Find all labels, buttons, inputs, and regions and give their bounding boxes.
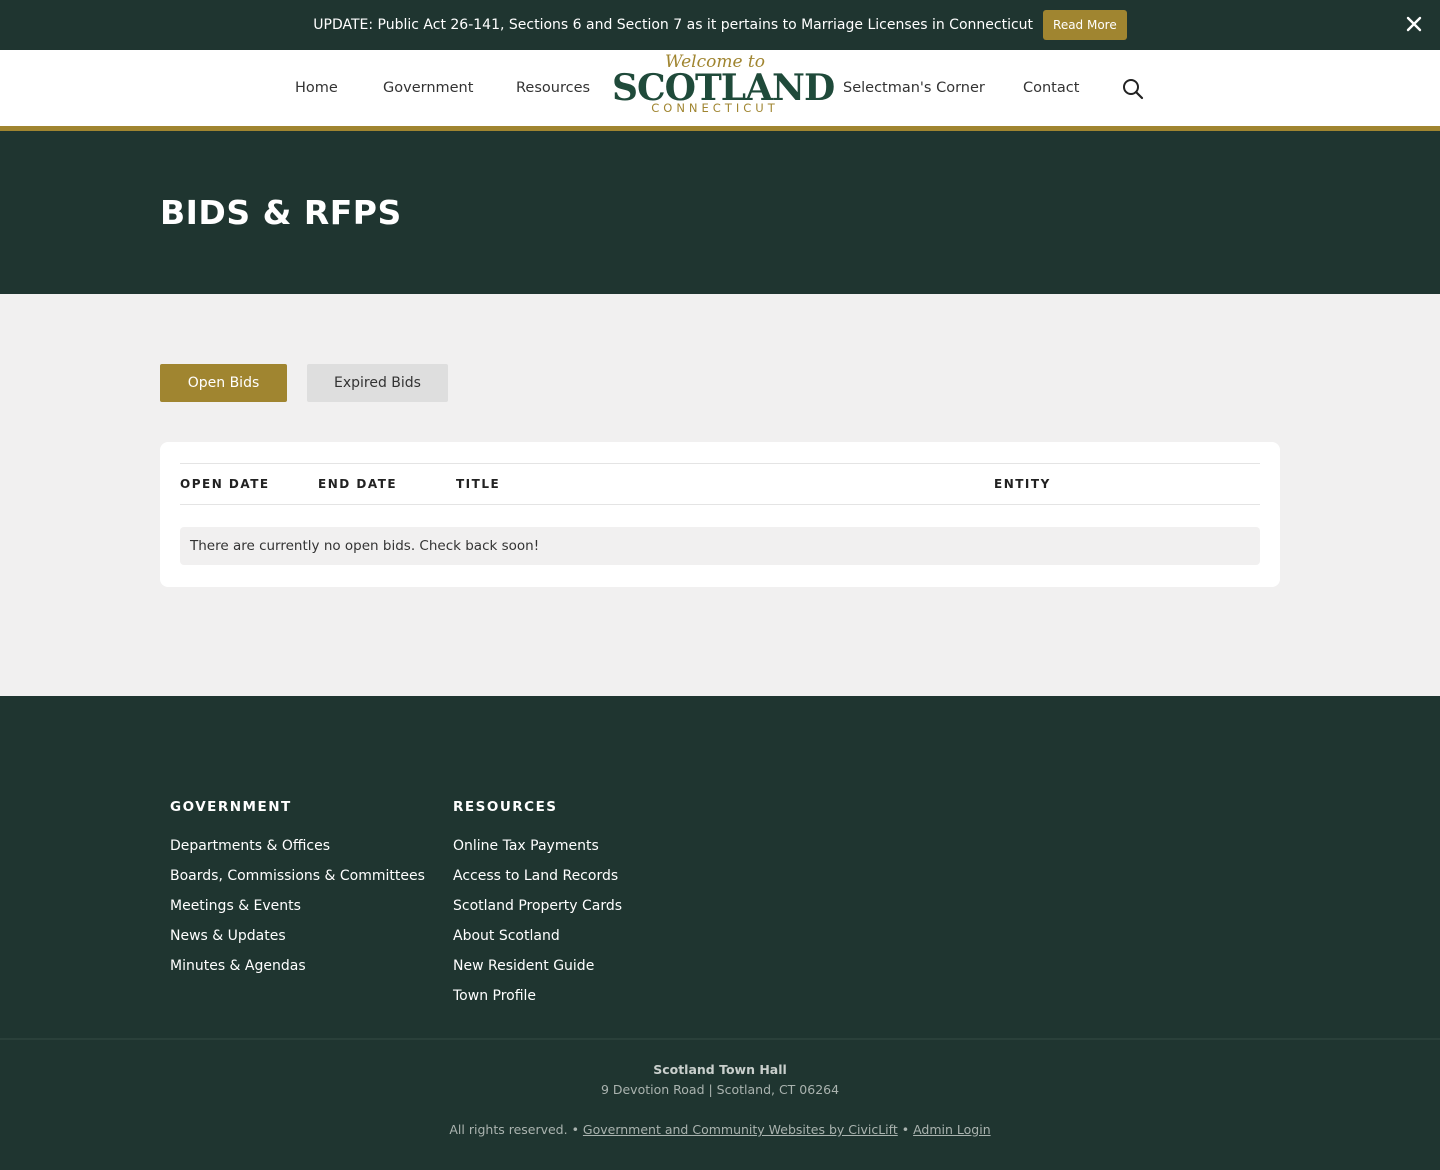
rights-text: All rights reserved. • [449,1122,583,1137]
alert-message: UPDATE: Public Act 26-141, Sections 6 an… [313,17,1034,33]
nav-home[interactable]: Home [295,80,338,96]
footer-link-property-cards[interactable]: Scotland Property Cards [453,898,622,914]
footer-link-news[interactable]: News & Updates [170,928,286,944]
logo-state: CONNECTICUT [651,101,779,115]
civiclift-link[interactable]: Government and Community Websites by Civ… [583,1122,898,1137]
footer-link-boards[interactable]: Boards, Commissions & Committees [170,868,425,884]
footer-resources-title: RESOURCES [453,799,558,815]
footer-link-departments[interactable]: Departments & Offices [170,838,330,854]
footer-link-tax-payments[interactable]: Online Tax Payments [453,838,599,854]
read-more-button[interactable]: Read More [1043,10,1127,40]
empty-state-message: There are currently no open bids. Check … [180,527,1260,565]
site-logo[interactable]: Welcome to SCOTLAND CONNECTICUT [612,52,835,122]
footer-link-minutes[interactable]: Minutes & Agendas [170,958,306,974]
column-end-date[interactable]: END DATE [318,477,397,491]
admin-login-link[interactable]: Admin Login [913,1122,991,1137]
close-icon[interactable] [1402,12,1426,36]
nav-contact[interactable]: Contact [1023,80,1079,96]
footer-link-new-resident[interactable]: New Resident Guide [453,958,594,974]
nav-selectmans-corner[interactable]: Selectman's Corner [843,80,985,96]
site-footer: GOVERNMENT Departments & Offices Boards,… [0,696,1440,1170]
site-header: Home Government Resources Welcome to SCO… [0,50,1440,126]
footer-link-land-records[interactable]: Access to Land Records [453,868,618,884]
column-title[interactable]: TITLE [456,477,500,491]
town-hall-name: Scotland Town Hall [653,1062,787,1077]
column-open-date[interactable]: OPEN DATE [180,477,270,491]
legal-separator: • [897,1122,914,1137]
town-hall-address: 9 Devotion Road | Scotland, CT 06264 [600,1082,840,1097]
bids-table-card: OPEN DATE END DATE TITLE ENTITY There ar… [160,442,1280,587]
table-header: OPEN DATE END DATE TITLE ENTITY [180,463,1260,505]
page-title: BIDS & RFPS [160,193,402,232]
footer-divider [0,1038,1440,1040]
footer-link-about[interactable]: About Scotland [453,928,560,944]
tab-open-bids[interactable]: Open Bids [160,364,287,402]
tab-expired-bids[interactable]: Expired Bids [307,364,448,402]
alert-banner: UPDATE: Public Act 26-141, Sections 6 an… [0,0,1440,50]
footer-link-meetings[interactable]: Meetings & Events [170,898,301,914]
legal-line: All rights reserved. • Government and Co… [0,1122,1440,1137]
page-hero: BIDS & RFPS [0,131,1440,294]
column-entity[interactable]: ENTITY [994,477,1051,491]
search-icon[interactable] [1121,77,1145,101]
footer-link-town-profile[interactable]: Town Profile [453,988,536,1004]
nav-government[interactable]: Government [383,80,473,96]
nav-resources[interactable]: Resources [516,80,590,96]
footer-government-title: GOVERNMENT [170,799,292,815]
